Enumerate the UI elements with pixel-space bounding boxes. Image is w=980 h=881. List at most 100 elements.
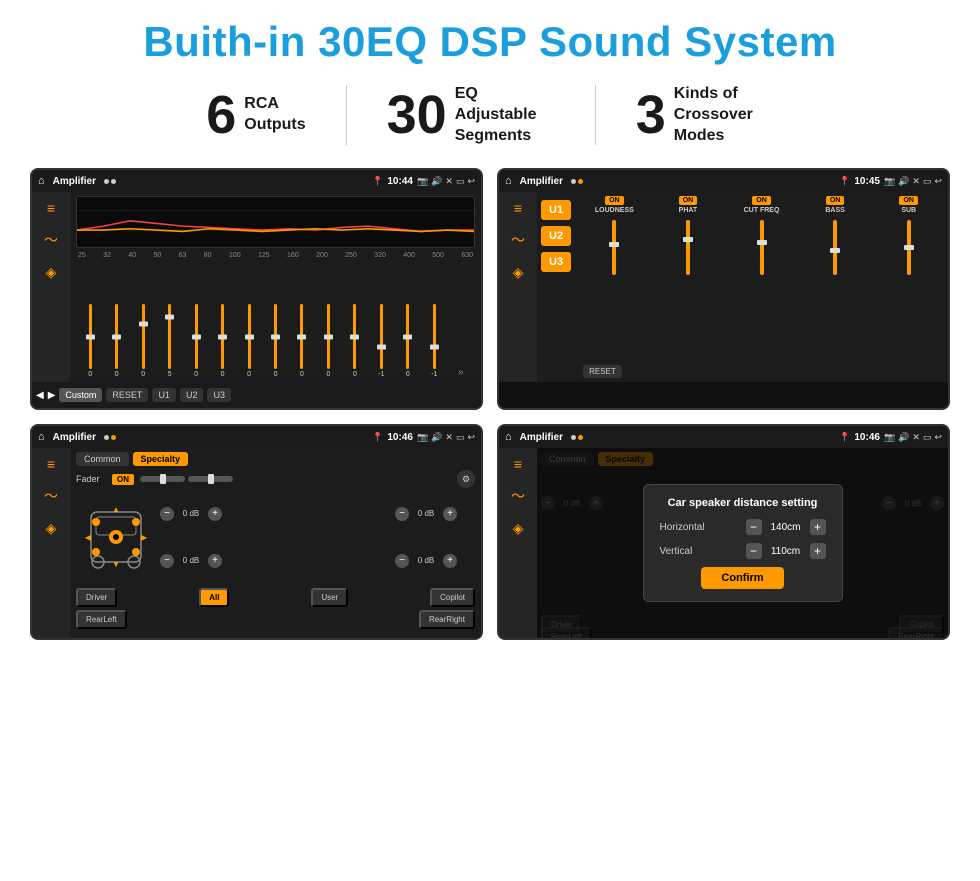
confirm-button[interactable]: Confirm	[701, 567, 783, 589]
screen2-body: ≡ 〜 ◈ U1 U2 U3 ON LOUDNESS	[499, 192, 948, 382]
stat-eq: 30 EQ AdjustableSegments	[347, 84, 595, 146]
tab-common[interactable]: Common	[76, 452, 129, 466]
wave-icon-4[interactable]: 〜	[511, 486, 525, 506]
stat-eq-text: EQ AdjustableSegments	[455, 84, 555, 146]
vol-minus-bl[interactable]: −	[160, 554, 174, 568]
dot7	[571, 435, 576, 440]
location-icon-3: 📍	[372, 432, 383, 443]
eq-track-4[interactable]	[168, 304, 171, 369]
horizontal-plus[interactable]: +	[810, 519, 826, 535]
u2-btn[interactable]: U2	[180, 388, 204, 402]
u1-btn[interactable]: U1	[152, 388, 176, 402]
eq-track-3[interactable]	[142, 304, 145, 369]
back-icon-4[interactable]: ↩	[934, 432, 942, 443]
speaker-icon[interactable]: ◈	[46, 264, 57, 281]
vol-minus-tl[interactable]: −	[160, 507, 174, 521]
sub-toggle[interactable]: ON	[899, 196, 918, 205]
vol-minus-tr[interactable]: −	[395, 507, 409, 521]
bass-slider[interactable]	[833, 220, 837, 275]
fader-main: Common Specialty Fader ON ⚙	[70, 448, 481, 638]
eq-slider-15: »	[449, 367, 473, 378]
play-btn[interactable]: ▶	[48, 390, 56, 401]
wave-icon-3[interactable]: 〜	[44, 486, 58, 506]
rearright-btn[interactable]: RearRight	[419, 610, 475, 629]
eq-track-7[interactable]	[248, 304, 251, 369]
eq-track-8[interactable]	[274, 304, 277, 369]
copilot-btn[interactable]: Copilot	[430, 588, 475, 607]
eq-track-13[interactable]	[406, 304, 409, 369]
stat-crossover-number: 3	[636, 88, 666, 142]
rearleft-btn[interactable]: RearLeft	[76, 610, 127, 629]
eq-slider-3: 0	[131, 304, 155, 378]
settings-icon[interactable]: ⚙	[457, 470, 475, 488]
all-btn[interactable]: All	[199, 588, 229, 607]
home-icon[interactable]: ⌂	[38, 175, 45, 187]
location-icon-4: 📍	[839, 432, 850, 443]
bass-toggle[interactable]: ON	[826, 196, 845, 205]
eq-track-6[interactable]	[221, 304, 224, 369]
eq-slider-12: -1	[369, 304, 393, 378]
u1-btn-cross[interactable]: U1	[541, 200, 571, 220]
eq-track-2[interactable]	[115, 304, 118, 369]
eq-track-1[interactable]	[89, 304, 92, 369]
home-icon-3[interactable]: ⌂	[38, 431, 45, 443]
driver-btn[interactable]: Driver	[76, 588, 117, 607]
eq-icon[interactable]: ≡	[47, 200, 55, 216]
u3-btn-cross[interactable]: U3	[541, 252, 571, 272]
speaker-icon-3[interactable]: ◈	[46, 520, 57, 537]
speaker-icon-4[interactable]: ◈	[513, 520, 524, 537]
back-icon-3[interactable]: ↩	[467, 432, 475, 443]
crossover-reset-btn[interactable]: RESET	[583, 365, 622, 378]
vol-plus-br[interactable]: +	[443, 554, 457, 568]
svg-text:▲: ▲	[112, 505, 120, 514]
speaker-icon-2[interactable]: ◈	[513, 264, 524, 281]
u2-btn-cross[interactable]: U2	[541, 226, 571, 246]
phat-toggle[interactable]: ON	[679, 196, 698, 205]
loudness-slider[interactable]	[612, 220, 616, 275]
wave-icon-2[interactable]: 〜	[511, 230, 525, 250]
back-icon[interactable]: ↩	[467, 176, 475, 187]
eq-track-5[interactable]	[195, 304, 198, 369]
eq-track-9[interactable]	[300, 304, 303, 369]
reset-btn[interactable]: RESET	[106, 388, 148, 402]
side-icons-3: ≡ 〜 ◈	[32, 448, 70, 638]
fader-toggle[interactable]: ON	[112, 474, 134, 485]
eq-slider-1: 0	[78, 304, 102, 378]
camera-icon-3: 📷	[417, 432, 428, 443]
screen-crossover: ⌂ Amplifier 📍 10:45 📷 🔊 ✕ ▭ ↩ ≡ 〜	[497, 168, 950, 410]
horizontal-minus[interactable]: −	[746, 519, 762, 535]
param-bass: ON BASS	[800, 196, 871, 361]
eq-track-14[interactable]	[433, 304, 436, 369]
cutfreq-toggle[interactable]: ON	[752, 196, 771, 205]
fader-track-1[interactable]	[140, 476, 185, 482]
vol-plus-tr[interactable]: +	[443, 507, 457, 521]
prev-btn[interactable]: ◀	[36, 390, 44, 401]
back-icon-2[interactable]: ↩	[934, 176, 942, 187]
vertical-minus[interactable]: −	[746, 543, 762, 559]
custom-btn[interactable]: Custom	[59, 388, 102, 402]
param-sub: ON SUB	[873, 196, 944, 361]
u3-btn[interactable]: U3	[207, 388, 231, 402]
fader-track-2[interactable]	[188, 476, 233, 482]
vol-plus-bl[interactable]: +	[208, 554, 222, 568]
phat-slider[interactable]	[686, 220, 690, 275]
vertical-plus[interactable]: +	[810, 543, 826, 559]
tab-specialty[interactable]: Specialty	[133, 452, 189, 466]
wave-icon[interactable]: 〜	[44, 230, 58, 250]
loudness-toggle[interactable]: ON	[605, 196, 624, 205]
eq-track-10[interactable]	[327, 304, 330, 369]
eq-icon-4[interactable]: ≡	[514, 456, 522, 472]
home-icon-4[interactable]: ⌂	[505, 431, 512, 443]
eq-track-11[interactable]	[353, 304, 356, 369]
expand-icon[interactable]: »	[458, 367, 464, 378]
vol-plus-tl[interactable]: +	[208, 507, 222, 521]
user-btn[interactable]: User	[311, 588, 348, 607]
cutfreq-slider[interactable]	[760, 220, 764, 275]
eq-slider-6: 0	[210, 304, 234, 378]
vol-minus-br[interactable]: −	[395, 554, 409, 568]
home-icon-2[interactable]: ⌂	[505, 175, 512, 187]
eq-icon-2[interactable]: ≡	[514, 200, 522, 216]
sub-slider[interactable]	[907, 220, 911, 275]
eq-icon-3[interactable]: ≡	[47, 456, 55, 472]
eq-track-12[interactable]	[380, 304, 383, 369]
